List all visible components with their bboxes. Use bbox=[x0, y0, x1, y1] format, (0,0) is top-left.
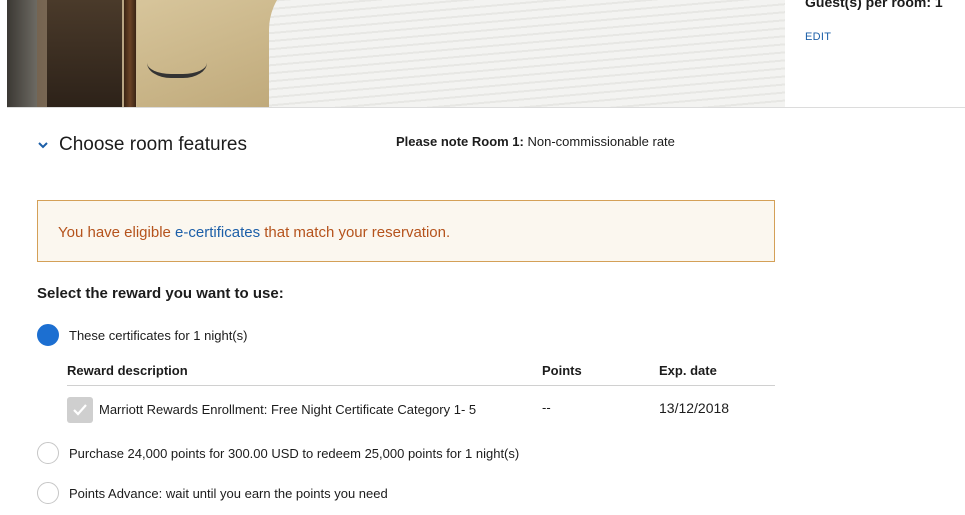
exp-date-cell: 13/12/2018 bbox=[659, 400, 730, 416]
certificate-checkbox[interactable] bbox=[67, 397, 93, 423]
checkmark-icon bbox=[73, 404, 87, 416]
points-cell: -- bbox=[542, 400, 551, 415]
certificate-alert: You have eligible e-certificates that ma… bbox=[37, 200, 775, 262]
radio-purchase-points[interactable] bbox=[37, 442, 59, 464]
option-certificates-label: These certificates for 1 night(s) bbox=[69, 328, 248, 343]
col-reward-description: Reward description bbox=[67, 363, 188, 378]
divider bbox=[7, 107, 965, 108]
table-divider bbox=[67, 385, 775, 386]
rate-note: Please note Room 1: Non-commissionable r… bbox=[396, 134, 675, 149]
edit-link[interactable]: EDIT bbox=[805, 31, 831, 43]
alert-text-before: You have eligible bbox=[58, 224, 176, 241]
rate-note-prefix: Please note Room 1: bbox=[396, 134, 524, 149]
booking-summary: Guest(s) per room: 1 EDIT bbox=[785, 0, 965, 107]
col-points: Points bbox=[542, 363, 582, 378]
section-title[interactable]: Choose room features bbox=[59, 134, 247, 156]
alert-text-after: that match your reservation. bbox=[260, 224, 451, 241]
chevron-down-icon[interactable] bbox=[37, 139, 49, 151]
e-certificates-link[interactable]: e-certificates bbox=[175, 224, 260, 241]
reward-prompt: Select the reward you want to use: bbox=[37, 285, 284, 302]
guests-per-room: Guest(s) per room: 1 bbox=[805, 0, 943, 10]
option-purchase-label: Purchase 24,000 points for 300.00 USD to… bbox=[69, 446, 520, 461]
col-exp-date: Exp. date bbox=[659, 363, 717, 378]
radio-points-advance[interactable] bbox=[37, 482, 59, 504]
reward-description-cell: Marriott Rewards Enrollment: Free Night … bbox=[99, 402, 477, 417]
radio-certificates[interactable] bbox=[37, 324, 59, 346]
rate-note-text: Non-commissionable rate bbox=[527, 134, 675, 149]
option-advance-label: Points Advance: wait until you earn the … bbox=[69, 486, 388, 501]
room-photo bbox=[7, 0, 785, 107]
